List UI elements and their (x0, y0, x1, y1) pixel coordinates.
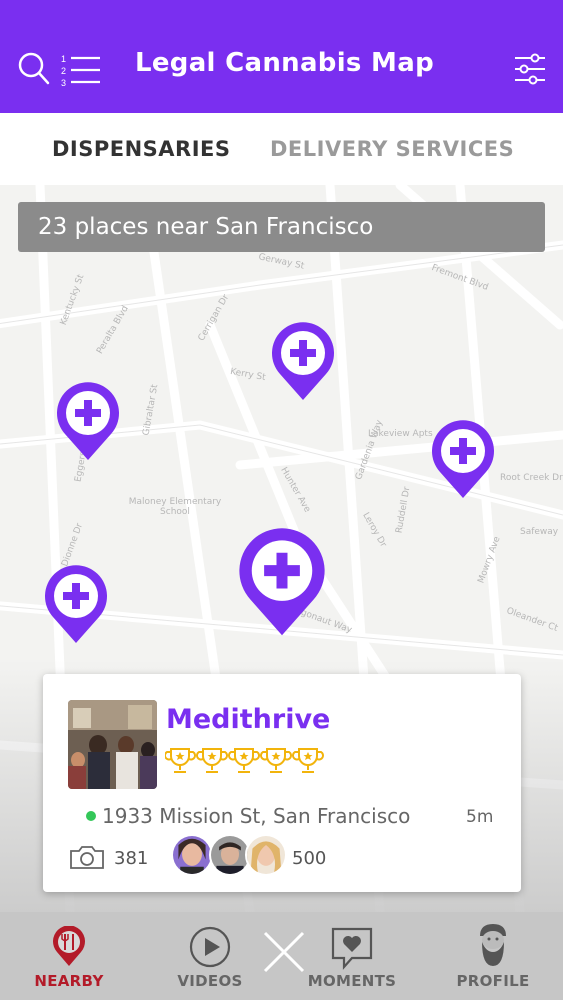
svg-text:3: 3 (61, 78, 66, 88)
dispensary-plus-pin-icon[interactable] (55, 382, 121, 462)
bearded-man-icon (480, 924, 506, 966)
fork-knife-pin-icon (53, 926, 85, 966)
street-label: Root Creek Dr (500, 473, 563, 483)
follower-count: 500 (292, 848, 327, 869)
nav-label: NEARBY (34, 972, 104, 990)
places-count-banner: 23 places near San Francisco (18, 202, 545, 252)
address-text: 1933 Mission St, San Francisco (102, 804, 411, 828)
nav-nearby[interactable]: NEARBY (28, 912, 110, 1000)
dispensary-address: 1933 Mission St, San Francisco (86, 804, 410, 828)
category-tabs: DISPENSARIES DELIVERY SERVICES (0, 113, 563, 186)
photo-count: 381 (114, 848, 149, 869)
nav-videos[interactable]: VIDEOS (170, 912, 250, 1000)
svg-text:1: 1 (61, 54, 66, 64)
nav-moments[interactable]: MOMENTS (302, 912, 402, 1000)
page-title: Legal Cannabis Map (135, 48, 434, 78)
avatar[interactable] (245, 834, 287, 876)
dispensary-card[interactable]: Medithrive 1933 Mission St, San Francisc… (43, 674, 521, 892)
trophy-icon (165, 748, 196, 773)
avatar[interactable] (171, 834, 213, 876)
open-status-dot (86, 810, 96, 821)
close-icon[interactable] (262, 930, 306, 974)
dispensary-plus-pin-icon[interactable] (430, 420, 496, 500)
play-circle-icon (189, 926, 231, 968)
bottom-navigation: NEARBY VIDEOS MOMENTS PROFILE (0, 912, 563, 1000)
selected-dispensary-pin-icon[interactable] (236, 528, 328, 638)
distance-time: 5m (466, 807, 494, 827)
tab-dispensaries[interactable]: DISPENSARIES (52, 137, 231, 161)
trophy-icon (260, 748, 292, 773)
svg-text:2: 2 (61, 66, 66, 76)
nav-label: PROFILE (456, 972, 530, 990)
dispensary-photo[interactable] (68, 700, 157, 789)
heart-message-icon (331, 927, 373, 970)
trophy-icon (196, 748, 228, 773)
street-label: Safeway (520, 527, 559, 537)
nav-label: VIDEOS (177, 972, 243, 990)
camera-icon[interactable] (69, 844, 105, 870)
nav-label: MOMENTS (307, 972, 397, 990)
search-icon[interactable] (18, 52, 50, 86)
dispensary-plus-pin-icon[interactable] (43, 565, 109, 645)
dispensary-plus-pin-icon[interactable] (270, 322, 336, 402)
ranked-list-icon[interactable]: 1 2 3 (60, 52, 102, 88)
nav-profile[interactable]: PROFILE (448, 912, 538, 1000)
app-header: 1 2 3 Legal Cannabis Map (0, 0, 563, 113)
trophy-rating (165, 748, 324, 773)
filter-sliders-icon[interactable] (513, 52, 547, 86)
tab-delivery-services[interactable]: DELIVERY SERVICES (270, 137, 514, 161)
trophy-icon (228, 748, 260, 773)
school-label: Maloney Elementary School (128, 497, 222, 517)
dispensary-name[interactable]: Medithrive (166, 704, 330, 735)
trophy-icon (292, 748, 324, 773)
